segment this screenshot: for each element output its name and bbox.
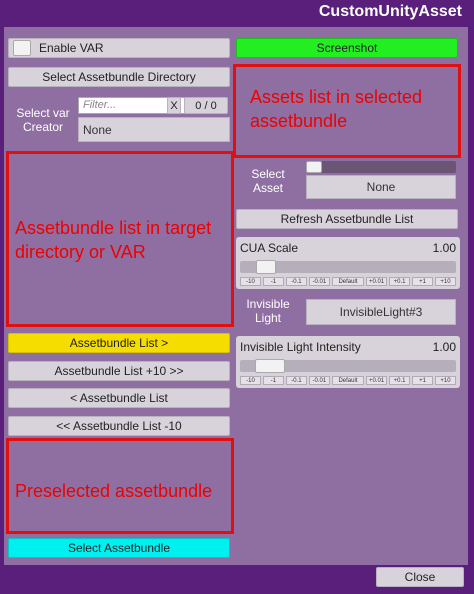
cua-scale-slider[interactable] bbox=[240, 260, 456, 274]
invisible-light-intensity-control: Invisible Light Intensity 1.00 -10 -1 -0.1… bbox=[236, 336, 460, 388]
cua-scale-step-button[interactable]: +10 bbox=[435, 277, 456, 286]
footer-bar: Close bbox=[4, 566, 468, 592]
cua-scale-step-button[interactable]: -10 bbox=[240, 277, 261, 286]
enable-var-label: Enable VAR bbox=[39, 41, 104, 55]
assetbundle-list-prev-button[interactable]: < Assetbundle List bbox=[8, 388, 230, 408]
assetbundle-list-next10-button[interactable]: Assetbundle List +10 >> bbox=[8, 361, 230, 381]
cua-scale-step-button[interactable]: +0.01 bbox=[366, 277, 388, 286]
assets-list-area[interactable]: Assets list in selected assetbundle bbox=[233, 64, 461, 158]
intensity-step-button[interactable]: +1 bbox=[412, 376, 433, 385]
preselected-assetbundle-area[interactable]: Preselected assetbundle bbox=[6, 438, 234, 534]
assetbundle-list-note: Assetbundle list in target directory or … bbox=[15, 218, 212, 262]
preselected-note: Preselected assetbundle bbox=[15, 481, 213, 501]
main-panel: Enable VAR Select Assetbundle Directory … bbox=[4, 27, 468, 565]
window: CustomUnityAsset Enable VAR Select Asset… bbox=[0, 0, 474, 594]
title-bar: CustomUnityAsset bbox=[0, 0, 474, 26]
assets-list-note: Assets list in selected assetbundle bbox=[250, 87, 423, 131]
intensity-step-button[interactable]: -1 bbox=[262, 376, 284, 385]
cua-scale-value: 1.00 bbox=[432, 241, 456, 255]
intensity-step-button[interactable]: Default bbox=[331, 376, 365, 385]
enable-var-checkbox[interactable] bbox=[13, 40, 31, 56]
cua-scale-step-button[interactable]: -1 bbox=[262, 277, 284, 286]
select-asset-dropdown[interactable]: None bbox=[306, 175, 456, 199]
intensity-step-button[interactable]: +0.01 bbox=[366, 376, 388, 385]
intensity-slider-handle[interactable] bbox=[254, 359, 285, 373]
cua-scale-step-button[interactable]: +0.1 bbox=[389, 277, 411, 286]
intensity-value: 1.00 bbox=[432, 340, 456, 354]
filter-clear-button[interactable]: X bbox=[167, 97, 181, 114]
intensity-step-button[interactable]: +10 bbox=[435, 376, 456, 385]
intensity-step-button[interactable]: -0.1 bbox=[285, 376, 307, 385]
intensity-step-button[interactable]: -10 bbox=[240, 376, 261, 385]
assetbundle-list-next-button[interactable]: Assetbundle List > bbox=[8, 333, 230, 353]
asset-scrollbar-handle[interactable] bbox=[306, 161, 322, 173]
cua-scale-slider-handle[interactable] bbox=[255, 260, 276, 274]
cua-scale-step-button[interactable]: -0.1 bbox=[285, 277, 307, 286]
invisible-light-label: Invisible Light bbox=[246, 297, 290, 325]
intensity-step-button[interactable]: -0.01 bbox=[308, 376, 330, 385]
enable-var-toggle[interactable]: Enable VAR bbox=[8, 38, 230, 58]
intensity-step-button[interactable]: +0.1 bbox=[389, 376, 411, 385]
cua-scale-control: CUA Scale 1.00 -10 -1 -0.1 -0.01 Default +0.0… bbox=[236, 237, 460, 289]
intensity-label: Invisible Light Intensity bbox=[240, 340, 361, 354]
asset-scrollbar[interactable] bbox=[306, 161, 456, 173]
cua-scale-step-buttons: -10 -1 -0.1 -0.01 Default +0.01 +0.1 +1 +10 bbox=[240, 277, 456, 286]
select-asset-label: Select Asset bbox=[251, 167, 285, 195]
var-creator-select[interactable]: None bbox=[78, 117, 230, 142]
intensity-slider[interactable] bbox=[240, 359, 456, 373]
intensity-step-buttons: -10 -1 -0.1 -0.01 Default +0.01 +0.1 +1 +10 bbox=[240, 376, 456, 385]
screenshot-button[interactable]: Screenshot bbox=[236, 38, 458, 58]
assetbundle-list-area[interactable]: Assetbundle list in target directory or … bbox=[6, 151, 234, 327]
cua-scale-step-button[interactable]: +1 bbox=[412, 277, 433, 286]
close-button[interactable]: Close bbox=[376, 567, 464, 587]
cua-scale-step-button[interactable]: -0.01 bbox=[308, 277, 330, 286]
select-assetbundle-button[interactable]: Select Assetbundle bbox=[8, 538, 230, 558]
invisible-light-select[interactable]: InvisibleLight#3 bbox=[306, 299, 456, 325]
select-assetbundle-directory-button[interactable]: Select Assetbundle Directory bbox=[8, 67, 230, 87]
refresh-assetbundle-list-button[interactable]: Refresh Assetbundle List bbox=[236, 209, 458, 229]
select-var-creator-label: Select var Creator bbox=[16, 106, 70, 134]
assetbundle-list-prev10-button[interactable]: << Assetbundle List -10 bbox=[8, 416, 230, 436]
window-title: CustomUnityAsset bbox=[318, 3, 462, 20]
cua-scale-label: CUA Scale bbox=[240, 241, 299, 255]
cua-scale-step-button[interactable]: Default bbox=[331, 277, 365, 286]
filter-count: 0 / 0 bbox=[184, 97, 228, 114]
